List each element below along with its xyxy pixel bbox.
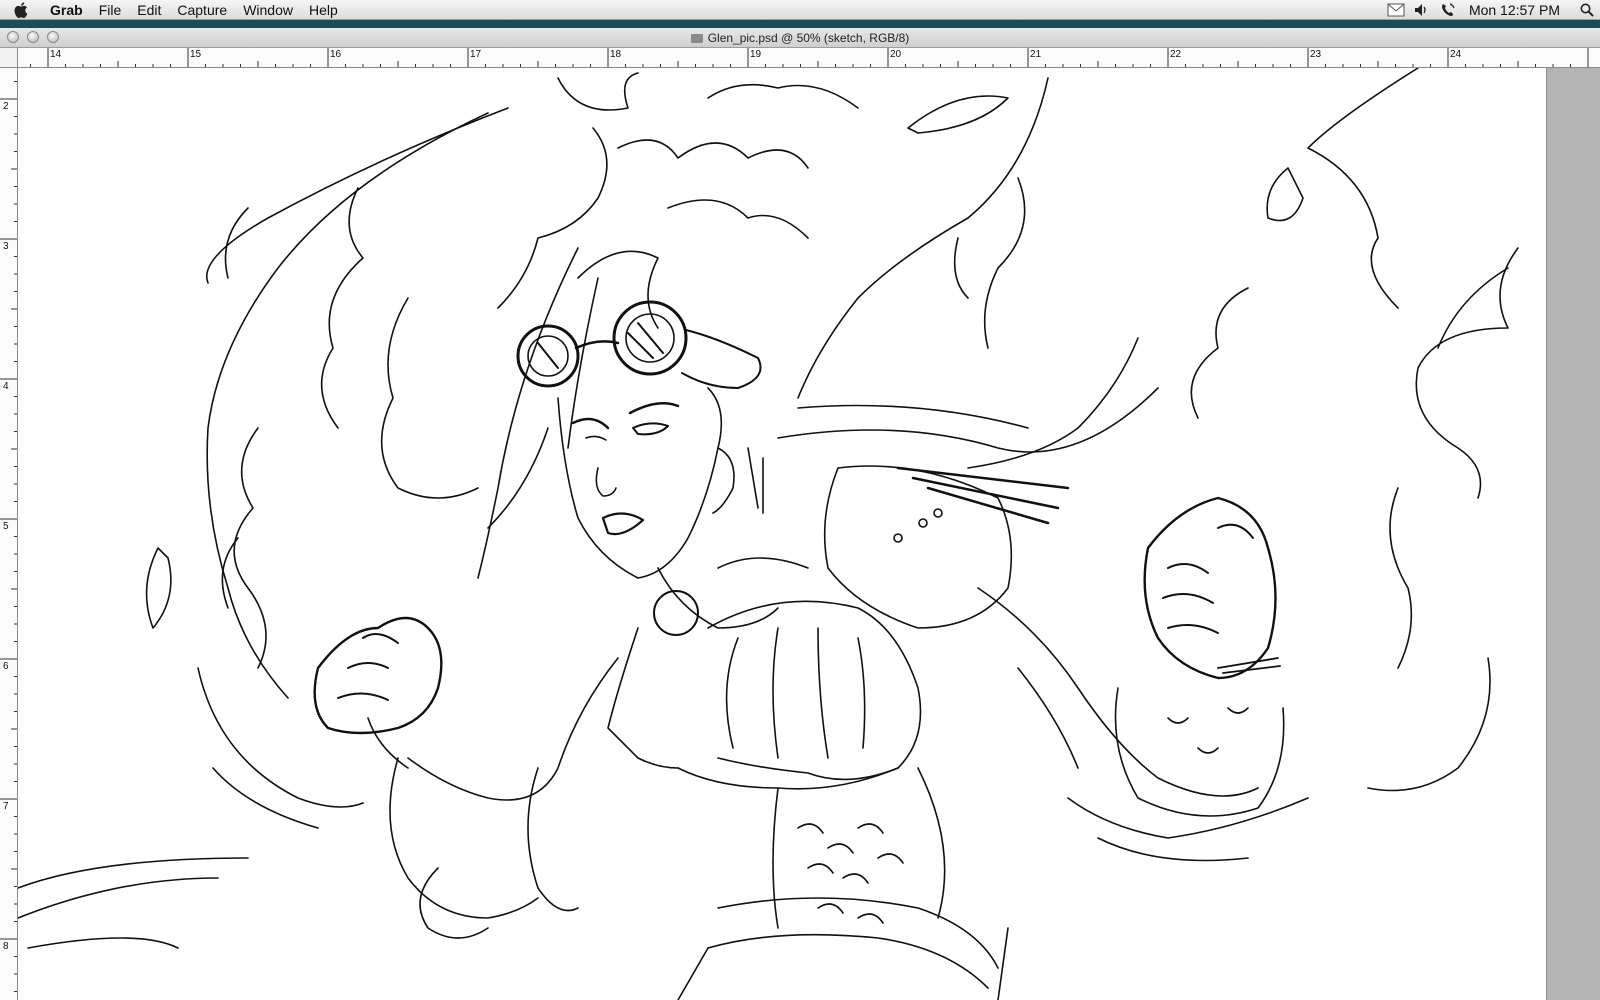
ruler-h-label: 21 bbox=[1030, 49, 1042, 60]
ruler-v-label: 7 bbox=[3, 801, 9, 812]
status-area: Mon 12:57 PM bbox=[1383, 0, 1600, 20]
menu-capture[interactable]: Capture bbox=[169, 0, 235, 20]
ruler-h-label: 24 bbox=[1450, 49, 1462, 60]
ruler-v-label: 3 bbox=[3, 241, 9, 252]
menu-bar: Grab File Edit Capture Window Help Mon 1… bbox=[0, 0, 1600, 20]
ruler-h-label: 23 bbox=[1310, 49, 1322, 60]
menu-window[interactable]: Window bbox=[235, 0, 301, 20]
ruler-v-label: 8 bbox=[3, 941, 9, 952]
menu-edit[interactable]: Edit bbox=[129, 0, 169, 20]
ruler-v-label: 4 bbox=[3, 381, 9, 392]
document-title-bar: Glen_pic.psd @ 50% (sketch, RGB/8) bbox=[0, 28, 1600, 48]
horizontal-ruler[interactable]: 14 15 16 17 18 19 20 21 22 23 24 bbox=[18, 48, 1600, 68]
document-title: Glen_pic.psd @ 50% (sketch, RGB/8) bbox=[0, 31, 1600, 45]
ruler-h-label: 17 bbox=[470, 49, 482, 60]
canvas-pasteboard bbox=[1546, 68, 1600, 1000]
menu-file[interactable]: File bbox=[91, 0, 130, 20]
ruler-h-label: 16 bbox=[330, 49, 342, 60]
mail-icon[interactable] bbox=[1383, 0, 1409, 20]
ruler-v-label: 6 bbox=[3, 661, 9, 672]
ruler-h-label: 22 bbox=[1170, 49, 1182, 60]
menu-app-grab[interactable]: Grab bbox=[42, 0, 91, 20]
ruler-h-label: 20 bbox=[890, 49, 902, 60]
volume-icon[interactable] bbox=[1409, 0, 1435, 20]
apple-menu-icon[interactable] bbox=[0, 1, 42, 18]
ruler-v-label: 5 bbox=[3, 521, 9, 532]
phone-icon[interactable] bbox=[1435, 0, 1461, 20]
vertical-ruler[interactable]: 2 3 4 5 6 7 8 bbox=[0, 68, 18, 1000]
spotlight-search-icon[interactable] bbox=[1574, 0, 1600, 20]
ruler-h-label: 18 bbox=[610, 49, 622, 60]
ruler-v-label: 2 bbox=[3, 101, 9, 112]
ruler-h-label: 19 bbox=[750, 49, 762, 60]
clock[interactable]: Mon 12:57 PM bbox=[1461, 2, 1574, 18]
document-title-text: Glen_pic.psd @ 50% (sketch, RGB/8) bbox=[707, 31, 910, 45]
menu-help[interactable]: Help bbox=[301, 0, 346, 20]
sketch-artwork bbox=[18, 68, 1519, 1000]
document-canvas[interactable] bbox=[18, 68, 1546, 1000]
ruler-h-label: 15 bbox=[190, 49, 202, 60]
menubar-accent-strip bbox=[0, 20, 1600, 28]
ruler-origin[interactable] bbox=[0, 48, 18, 68]
document-proxy-icon[interactable] bbox=[690, 34, 703, 43]
ruler-h-label: 14 bbox=[50, 49, 62, 60]
